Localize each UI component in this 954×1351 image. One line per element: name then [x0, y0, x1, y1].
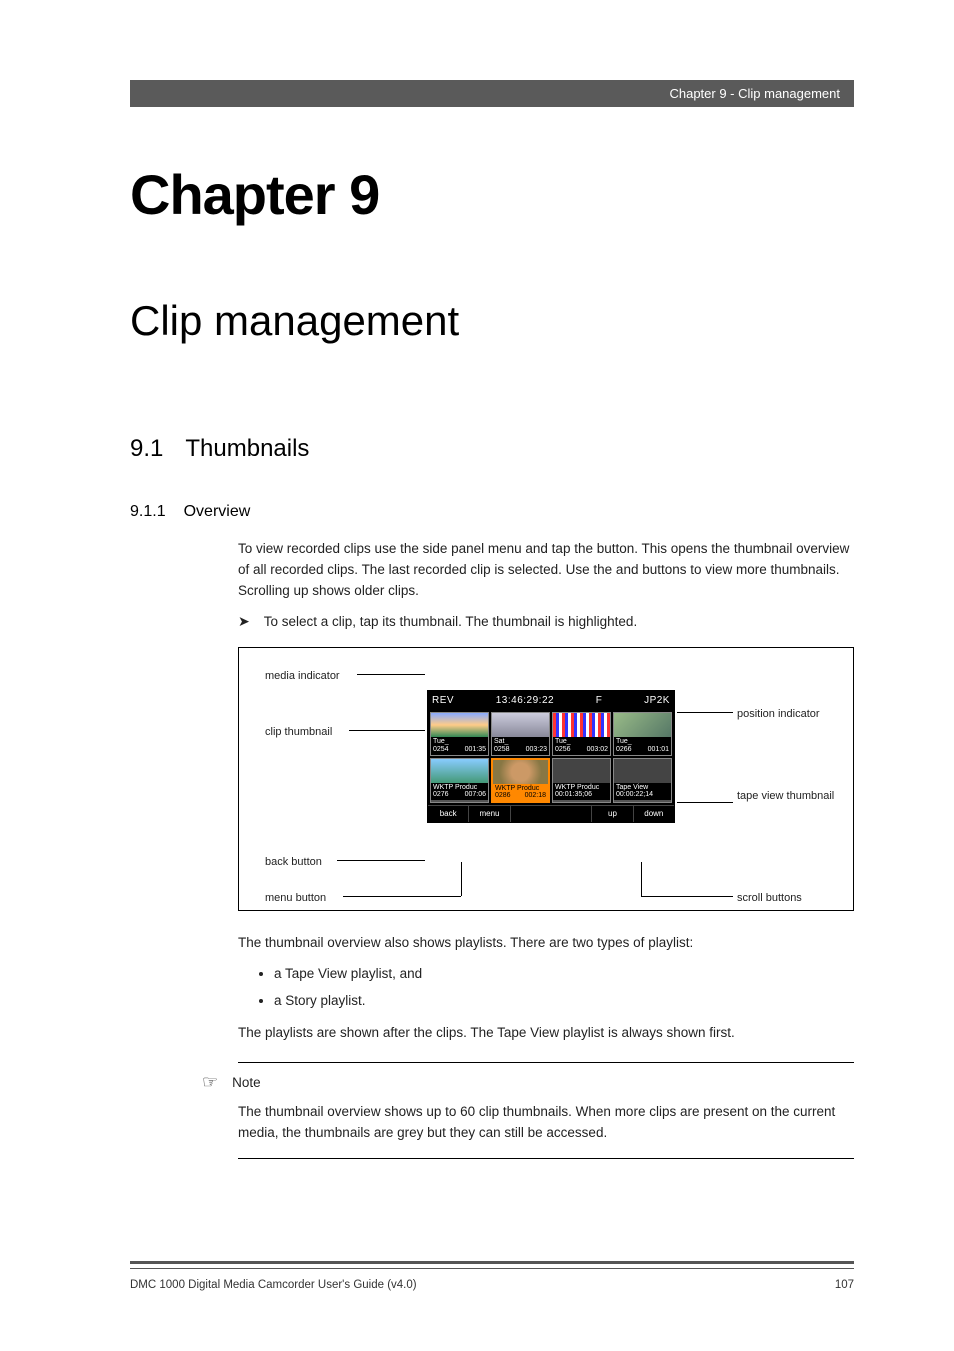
note-separator — [238, 1158, 854, 1159]
clip-thumb[interactable]: WKTP Produc0276007:06 — [430, 758, 489, 803]
clip-thumb[interactable]: Tue_0266001:01 — [613, 712, 672, 755]
label-menu-button: menu button — [265, 890, 326, 907]
list-item: a Story playlist. — [274, 991, 854, 1012]
clip-thumb[interactable]: Sat_0258003:23 — [491, 712, 550, 755]
screen-down-button[interactable]: down — [634, 806, 674, 822]
label-scroll-buttons: scroll buttons — [737, 890, 802, 907]
camera-screen: REV 13:46:29:22 F JP2K Tue_0254001:35 Sa… — [427, 690, 675, 824]
footer-page-number: 107 — [835, 1279, 854, 1291]
section-title: Thumbnails — [185, 435, 309, 463]
list-item: a Tape View playlist, and — [274, 964, 854, 985]
paragraph-playlist-order: The playlists are shown after the clips.… — [238, 1023, 854, 1044]
page-footer: DMC 1000 Digital Media Camcorder User's … — [130, 1261, 854, 1291]
screen-f-indicator: F — [596, 693, 603, 709]
chapter-number: Chapter 9 — [130, 162, 854, 227]
clip-thumb[interactable]: Tue_0254001:35 — [430, 712, 489, 755]
note-label: Note — [232, 1073, 261, 1094]
playlist-types-list: a Tape View playlist, and a Story playli… — [274, 964, 854, 1012]
note-icon: ☞ — [202, 1073, 218, 1091]
label-clip-thumbnail: clip thumbnail — [265, 724, 332, 741]
note-separator — [238, 1062, 854, 1063]
screen-timecode: 13:46:29:22 — [496, 693, 554, 709]
label-tape-view-thumbnail: tape view thumbnail — [737, 790, 834, 803]
screen-rev: REV — [432, 693, 454, 709]
instruction-select-clip: To select a clip, tap its thumbnail. The… — [264, 612, 637, 633]
thumbnail-diagram: media indicator clip thumbnail back butt… — [238, 647, 854, 911]
subsection-number: 9.1.1 — [130, 503, 166, 521]
subsection-title: Overview — [184, 503, 251, 521]
bullet-arrow-icon: ➤ — [238, 612, 250, 633]
playlist-thumb[interactable]: WKTP Produc00:01:35;06 — [552, 758, 611, 803]
label-back-button: back button — [265, 854, 322, 871]
screen-menu-button[interactable]: menu — [469, 806, 510, 822]
footer-doc-title: DMC 1000 Digital Media Camcorder User's … — [130, 1279, 417, 1291]
label-position-indicator: position indicator — [737, 706, 820, 723]
section-number: 9.1 — [130, 435, 163, 463]
clip-thumb[interactable]: Tue_0256003:02 — [552, 712, 611, 755]
paragraph-playlists: The thumbnail overview also shows playli… — [238, 933, 854, 954]
note-body: The thumbnail overview shows up to 60 cl… — [238, 1102, 854, 1144]
screen-up-button[interactable]: up — [592, 806, 633, 822]
chapter-title: Clip management — [130, 297, 854, 345]
tapeview-thumb[interactable]: Tape View00:00:22;14 — [613, 758, 672, 803]
clip-thumb-selected[interactable]: WKTP Produc0286002:18 — [491, 758, 550, 803]
screen-back-button[interactable]: back — [428, 806, 469, 822]
header-breadcrumb: Chapter 9 - Clip management — [130, 80, 854, 107]
screen-codec: JP2K — [644, 693, 670, 709]
paragraph-intro: To view recorded clips use the side pane… — [238, 539, 854, 602]
label-media-indicator: media indicator — [265, 668, 340, 685]
